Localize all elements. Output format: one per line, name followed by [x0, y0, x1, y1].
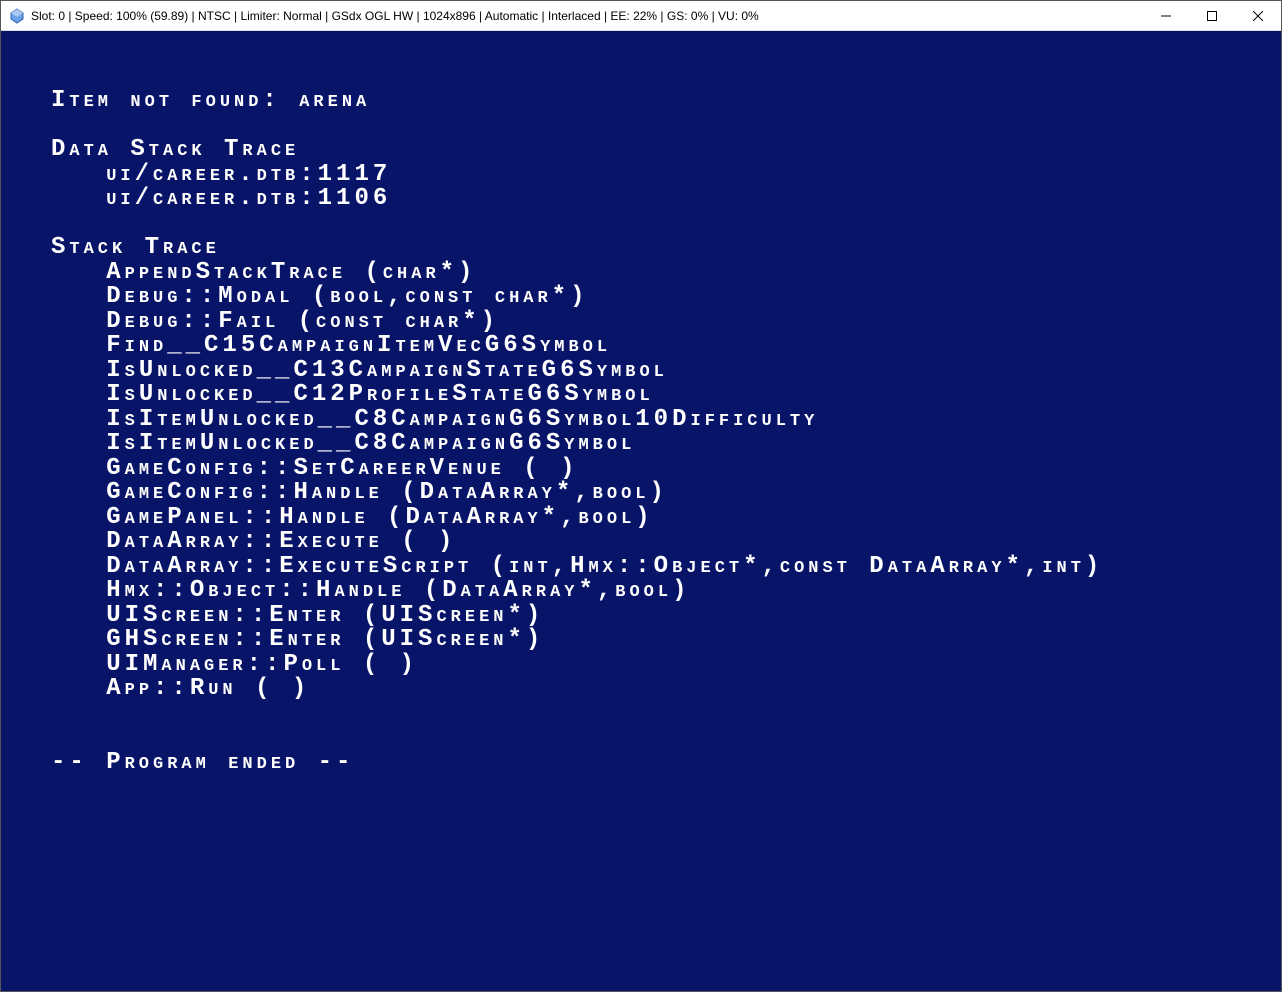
emulator-window: Slot: 0 | Speed: 100% (59.89) | NTSC | L… — [0, 0, 1282, 992]
close-button[interactable] — [1235, 1, 1281, 30]
titlebar[interactable]: Slot: 0 | Speed: 100% (59.89) | NTSC | L… — [1, 1, 1281, 31]
window-title: Slot: 0 | Speed: 100% (59.89) | NTSC | L… — [31, 9, 1143, 23]
crash-dump-text: Item not found: arena Data Stack Trace u… — [51, 89, 1231, 775]
minimize-button[interactable] — [1143, 1, 1189, 30]
window-controls — [1143, 1, 1281, 30]
app-icon — [9, 8, 25, 24]
game-viewport: Item not found: arena Data Stack Trace u… — [1, 31, 1281, 991]
maximize-button[interactable] — [1189, 1, 1235, 30]
